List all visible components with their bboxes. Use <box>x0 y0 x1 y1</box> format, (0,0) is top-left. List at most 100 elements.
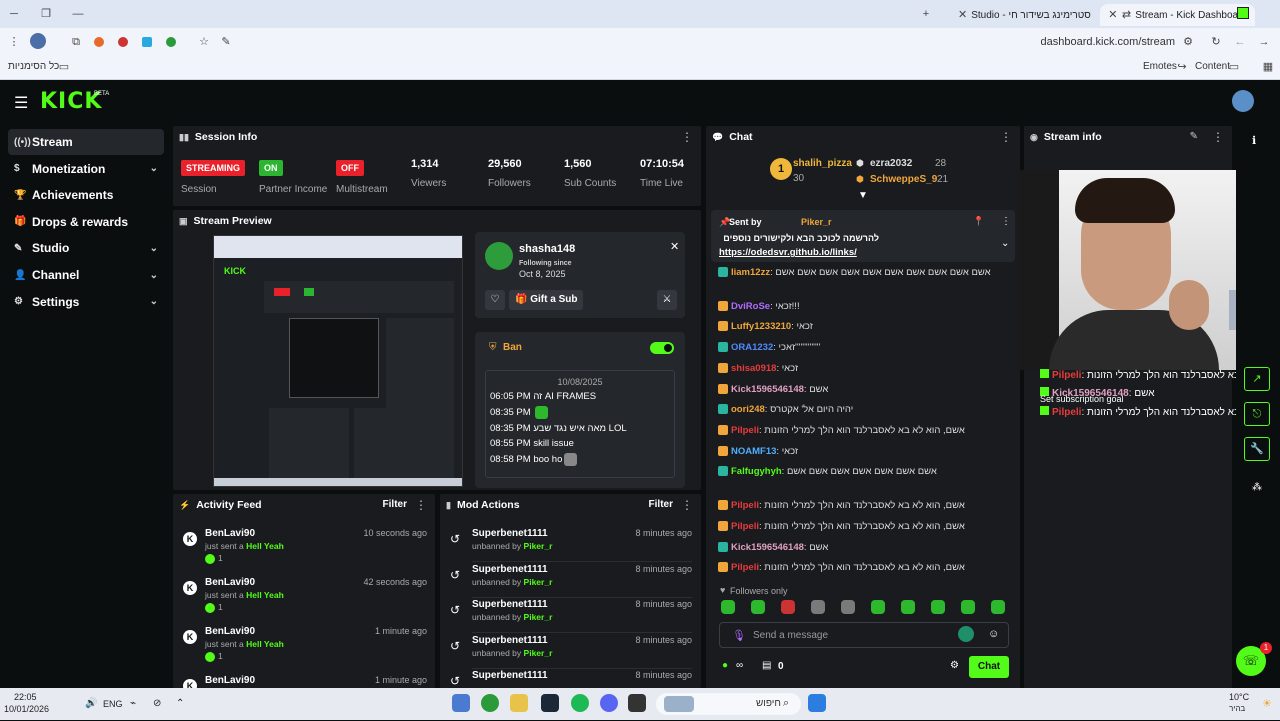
hamburger-menu-icon[interactable]: ☰ <box>14 93 28 113</box>
sidebar-item-stream[interactable]: ((•)) Stream <box>8 129 164 155</box>
chat-message[interactable]: shisa0918: זכאי <box>718 363 1018 374</box>
mod-action-item[interactable]: ↺ Superbenet1111 unbanned by Piker_r 8 minu… <box>450 635 692 669</box>
windows-start-icon[interactable] <box>808 694 826 712</box>
obs-app-icon[interactable] <box>628 694 646 712</box>
quick-emote-icon[interactable] <box>961 600 975 614</box>
quick-emote-icon[interactable] <box>811 600 825 614</box>
quick-emote-icon[interactable] <box>841 600 855 614</box>
more-options-icon[interactable]: ⋮ <box>681 498 693 512</box>
close-icon[interactable]: ✕ <box>670 240 679 253</box>
chevron-down-icon[interactable]: ⌄ <box>150 163 158 174</box>
chat-message[interactable]: Luffy1233210: זכאי <box>718 321 1018 332</box>
chat-input[interactable]: 🎙 Send a message ☺ <box>719 622 1009 648</box>
status-badge[interactable]: STREAMING <box>181 160 245 176</box>
user-avatar[interactable] <box>1232 90 1254 112</box>
chevron-down-icon[interactable]: ⌄ <box>150 243 158 254</box>
chat-username[interactable]: oori248 <box>731 404 765 415</box>
bookmark-emotes[interactable]: Emotes <box>1143 61 1177 72</box>
chat-message[interactable]: Pilpeli: אשם, הוא לא בא לאסברלנד הוא הלך… <box>718 562 1018 573</box>
menu-dots-icon[interactable]: ⋮ <box>8 36 20 48</box>
leader-name[interactable]: SchweppeS_9 <box>870 174 937 185</box>
reload-icon[interactable]: ↻ <box>1210 36 1222 48</box>
network-icon[interactable]: ⌁ <box>130 698 136 709</box>
activity-item[interactable]: K BenLavi90 just sent a Hell Yeah 1 42 secon… <box>183 577 427 623</box>
more-options-icon[interactable]: ⋮ <box>681 130 693 144</box>
tab-kick-dashboard[interactable]: ✕ ⇄ Stream - Kick Dashboard <box>1100 4 1255 26</box>
new-tab-icon[interactable]: + <box>920 8 932 20</box>
extensions-icon[interactable]: ⧉ <box>70 36 82 48</box>
extension-green-icon[interactable] <box>166 37 176 47</box>
activity-filter-button[interactable]: Filter <box>383 499 407 510</box>
chat-username[interactable]: Kick1596546148 <box>731 384 804 395</box>
chat-username[interactable]: Pilpeli <box>731 521 759 532</box>
weather-temp[interactable]: 10°C <box>1229 692 1249 702</box>
quick-emote-icon[interactable] <box>781 600 795 614</box>
chevron-down-icon[interactable]: ⌄ <box>150 270 158 281</box>
sidebar-item-channel[interactable]: 👤 Channel ⌄ <box>8 262 164 288</box>
bookmark-star-icon[interactable]: ☆ <box>198 36 210 48</box>
sidebar-item-monetization[interactable]: $ Monetization ⌄ <box>8 156 164 182</box>
chat-message[interactable]: Pilpeli: אשם, הוא לא בא לאסברלנד הוא הלך… <box>718 425 1018 436</box>
chat-username[interactable]: Pilpeli <box>731 425 759 436</box>
volume-icon[interactable]: 🔊 <box>85 698 97 709</box>
chat-message[interactable]: Pilpeli: אשם, הוא לא בא לאסברלנד הוא הלך… <box>718 500 1018 511</box>
quick-emote-icon[interactable] <box>721 600 735 614</box>
sidebar-item-studio[interactable]: ✎ Studio ⌄ <box>8 235 164 261</box>
chat-message[interactable]: Kick1596546148: אשם <box>718 542 1018 553</box>
quick-emote-icon[interactable] <box>931 600 945 614</box>
sidebar-item-settings[interactable]: ⚙ Settings ⌄ <box>8 289 164 315</box>
language-indicator[interactable]: ENG <box>103 699 123 709</box>
close-icon[interactable]: ✕ <box>958 9 967 21</box>
chat-message[interactable]: ORA1232: זאכי'''''''''''''' <box>718 342 1018 353</box>
more-options-icon[interactable]: ⋮ <box>1212 130 1224 144</box>
clock-date[interactable]: 10/01/2026 <box>4 704 49 714</box>
unpin-icon[interactable]: 📍 <box>973 216 984 227</box>
chevron-down-icon[interactable]: ⌄ <box>150 296 158 307</box>
extension-red-icon[interactable] <box>118 37 128 47</box>
kick-points-icon[interactable]: ● <box>722 660 728 671</box>
set-subscription-goal[interactable]: Set subscription goal <box>1040 394 1124 404</box>
moderator-icon[interactable]: ⚔ <box>657 290 677 310</box>
moderator-name[interactable]: Piker_r <box>524 612 553 622</box>
status-badge[interactable]: OFF <box>336 160 364 176</box>
close-window-icon[interactable]: — <box>72 8 84 20</box>
pinned-user[interactable]: Piker_r <box>801 217 832 227</box>
edit-icon[interactable]: ✎ <box>220 36 232 48</box>
explorer-app-icon[interactable] <box>510 694 528 712</box>
gift-box-icon[interactable]: ▤ <box>762 660 771 671</box>
discord-app-icon[interactable] <box>600 694 618 712</box>
mod-action-item[interactable]: ↺ Superbenet1111 unbanned by Piker_r 8 minu… <box>450 564 692 598</box>
chat-username[interactable]: shisa0918 <box>731 363 776 374</box>
back-icon[interactable]: → <box>1258 36 1270 48</box>
battery-icon[interactable]: ⊘ <box>153 698 161 709</box>
microphone-icon[interactable]: 🎙 <box>732 629 746 642</box>
mod-filter-button[interactable]: Filter <box>649 499 673 510</box>
leader-name[interactable]: ezra2032 <box>870 158 912 169</box>
chat-message[interactable]: Pilpeli: אשם, הוא לא בא לאסברלנד הוא הלך… <box>718 521 1018 532</box>
more-options-icon[interactable]: ⋮ <box>415 498 427 512</box>
chat-username[interactable]: Luffy1233210 <box>731 321 791 332</box>
tools-icon[interactable]: 🔧 <box>1244 437 1270 461</box>
gift-a-sub-button[interactable]: 🎁 Gift a Sub <box>509 290 583 310</box>
profile-avatar-icon[interactable] <box>30 33 46 49</box>
edit-icon[interactable]: ✎ <box>1190 131 1198 142</box>
7tv-icon[interactable] <box>958 626 974 642</box>
chat-message[interactable]: NOAMF13: זכאי <box>718 446 1018 457</box>
close-icon[interactable]: ✕ <box>1108 9 1118 21</box>
more-options-icon[interactable]: ⋮ <box>1001 216 1011 227</box>
bookmark-content[interactable]: Content <box>1195 61 1230 72</box>
clock-time[interactable]: 22:05 <box>14 692 37 702</box>
leader-name[interactable]: shalih_pizza <box>793 158 852 169</box>
taskbar-app-icon[interactable] <box>452 694 470 712</box>
chat-username[interactable]: liam12zz <box>731 267 770 278</box>
chevron-down-icon[interactable]: ⌄ <box>1001 238 1009 249</box>
steam-app-icon[interactable] <box>541 694 559 712</box>
sidebar-item-drops-rewards[interactable]: 🎁 Drops & rewards <box>8 209 164 235</box>
sidebar-item-achievements[interactable]: 🏆 Achievements <box>8 182 164 208</box>
taskbar-search[interactable]: חיפוש ⌕ <box>656 693 801 715</box>
chat-username[interactable]: DviRoSe <box>731 301 770 312</box>
stream-preview-video[interactable]: KICK <box>213 235 463 487</box>
chat-username[interactable]: Pilpeli <box>731 500 759 511</box>
chat-message[interactable]: Kick1596546148: אשם <box>718 384 1018 395</box>
chat-settings-icon[interactable]: ⚙ <box>950 660 959 671</box>
